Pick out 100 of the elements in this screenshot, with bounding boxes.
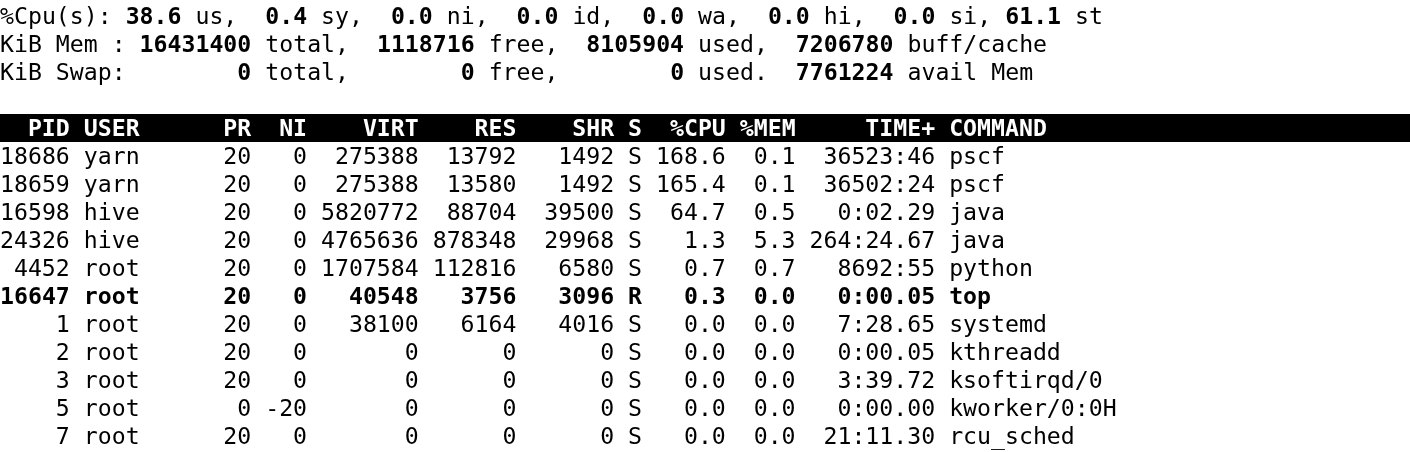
table-cell-text: 3096 [557, 282, 615, 310]
table-cell: 264:24.67 [809, 226, 936, 254]
table-cell-text: 88704 [445, 198, 517, 226]
table-cell-text: 40548 [347, 282, 419, 310]
table-cell-text: 0 [292, 226, 308, 254]
table-cell-text: 39500 [543, 198, 615, 226]
table-cell-text: root [83, 422, 141, 450]
table-cell-text: 20 [222, 226, 252, 254]
table-cell-text: 20 [222, 170, 252, 198]
table-cell-text: 0 [501, 422, 517, 450]
column-header: NI [278, 114, 308, 142]
table-cell-text: 0 [292, 338, 308, 366]
table-cell: 112816 [432, 254, 517, 282]
table-cell-text: root [83, 310, 141, 338]
column-header: PID [26, 114, 70, 142]
table-cell-text: 0 [292, 170, 308, 198]
table-cell: S [628, 226, 643, 254]
table-cell-text: 0.3 [682, 282, 726, 310]
table-cell-text: 0.0 [682, 338, 726, 366]
table-cell-text: 20 [222, 198, 252, 226]
table-cell-text: yarn [83, 170, 141, 198]
table-cell-text: 13792 [445, 142, 517, 170]
column-header: S [628, 114, 643, 142]
table-cell-text: root [83, 394, 141, 422]
table-cell-text: 1.3 [682, 226, 726, 254]
table-cell-text: 0 [292, 366, 308, 394]
table-cell-text: 29968 [543, 226, 615, 254]
table-cell-text: 7 [54, 422, 70, 450]
table-cell-text: 0.0 [752, 338, 796, 366]
table-cell-text: 0:00.05 [836, 282, 936, 310]
table-cell-text: 0 [403, 338, 419, 366]
table-cell-text: 8692:55 [836, 254, 936, 282]
table-cell: 5820772 [321, 198, 419, 226]
table-cell-text: 0.0 [752, 366, 796, 394]
table-cell: S [628, 198, 643, 226]
table-cell-text: 0 [599, 366, 615, 394]
table-cell-text: 20 [222, 366, 252, 394]
table-cell-text: 0.5 [752, 198, 796, 226]
summary-line: KiB Mem : 16431400 total, 1118716 free, 8105904 used, 7206780 buff/cache [0, 30, 1048, 58]
table-cell: 168.6 [656, 142, 726, 170]
table-cell-text: 1492 [557, 142, 615, 170]
table-cell-text: 21:11.30 [822, 422, 936, 450]
table-cell-text: python [949, 254, 1034, 282]
table-cell: S [628, 254, 643, 282]
table-cell-text: rcu_sched [949, 422, 1076, 450]
table-cell-text: 20 [222, 338, 252, 366]
table-cell-text: 13580 [445, 170, 517, 198]
table-cell-text: 0.7 [752, 254, 796, 282]
table-cell-text: hive [83, 198, 141, 226]
table-cell-text: 6164 [459, 310, 517, 338]
table-cell-text: 0 [599, 338, 615, 366]
table-cell-text: 0 [292, 422, 308, 450]
table-cell-text: 0.0 [752, 422, 796, 450]
table-cell-text: yarn [83, 142, 141, 170]
column-header: VIRT [361, 114, 419, 142]
table-cell-text: 0.1 [752, 142, 796, 170]
table-cell-text: 0.0 [682, 310, 726, 338]
table-cell-text: 0 [403, 366, 419, 394]
table-cell-text: 0.0 [682, 422, 726, 450]
table-cell-text: top [949, 282, 992, 310]
table-cell: S [628, 366, 643, 394]
table-cell-text: 6580 [557, 254, 615, 282]
column-header: TIME+ [864, 114, 936, 142]
table-cell: R [628, 282, 643, 310]
table-cell-text: 0 [501, 366, 517, 394]
table-cell: 18659 [0, 170, 70, 198]
table-cell-text: pscf [949, 142, 1006, 170]
column-header: PR [222, 114, 252, 142]
table-cell-text: root [83, 338, 141, 366]
table-cell-text: hive [83, 226, 141, 254]
table-cell-text: 0 [292, 198, 308, 226]
column-header: USER [83, 114, 141, 142]
table-cell-text: 20 [222, 310, 252, 338]
table-cell: 878348 [432, 226, 517, 254]
table-cell: S [628, 422, 643, 450]
table-cell-text: 20 [222, 254, 252, 282]
table-cell-text: root [83, 366, 141, 394]
table-cell-text: 0.7 [682, 254, 726, 282]
table-cell-text: 5.3 [752, 226, 796, 254]
table-cell: 16598 [0, 198, 70, 226]
table-cell: S [628, 338, 643, 366]
table-cell-text: 20 [222, 422, 252, 450]
table-cell-text: 0 [292, 282, 308, 310]
table-cell-text: 64.7 [668, 198, 726, 226]
table-cell-text: 4016 [557, 310, 615, 338]
table-cell-text: 1 [54, 310, 70, 338]
table-cell-text: systemd [949, 310, 1048, 338]
table-cell-text: 3:39.72 [836, 366, 936, 394]
table-cell-text: root [83, 254, 141, 282]
table-cell-text: 2 [54, 338, 70, 366]
table-cell-text: 0 [403, 422, 419, 450]
table-cell-text: 0.0 [682, 366, 726, 394]
table-cell-text: 275388 [334, 142, 419, 170]
table-cell-text: 20 [222, 282, 252, 310]
table-cell: 4765636 [321, 226, 419, 254]
table-cell: 18686 [0, 142, 70, 170]
table-cell-text: 0.0 [752, 310, 796, 338]
table-cell-text: 3 [54, 366, 70, 394]
table-cell-text: 0 [292, 254, 308, 282]
table-cell: 24326 [0, 226, 70, 254]
